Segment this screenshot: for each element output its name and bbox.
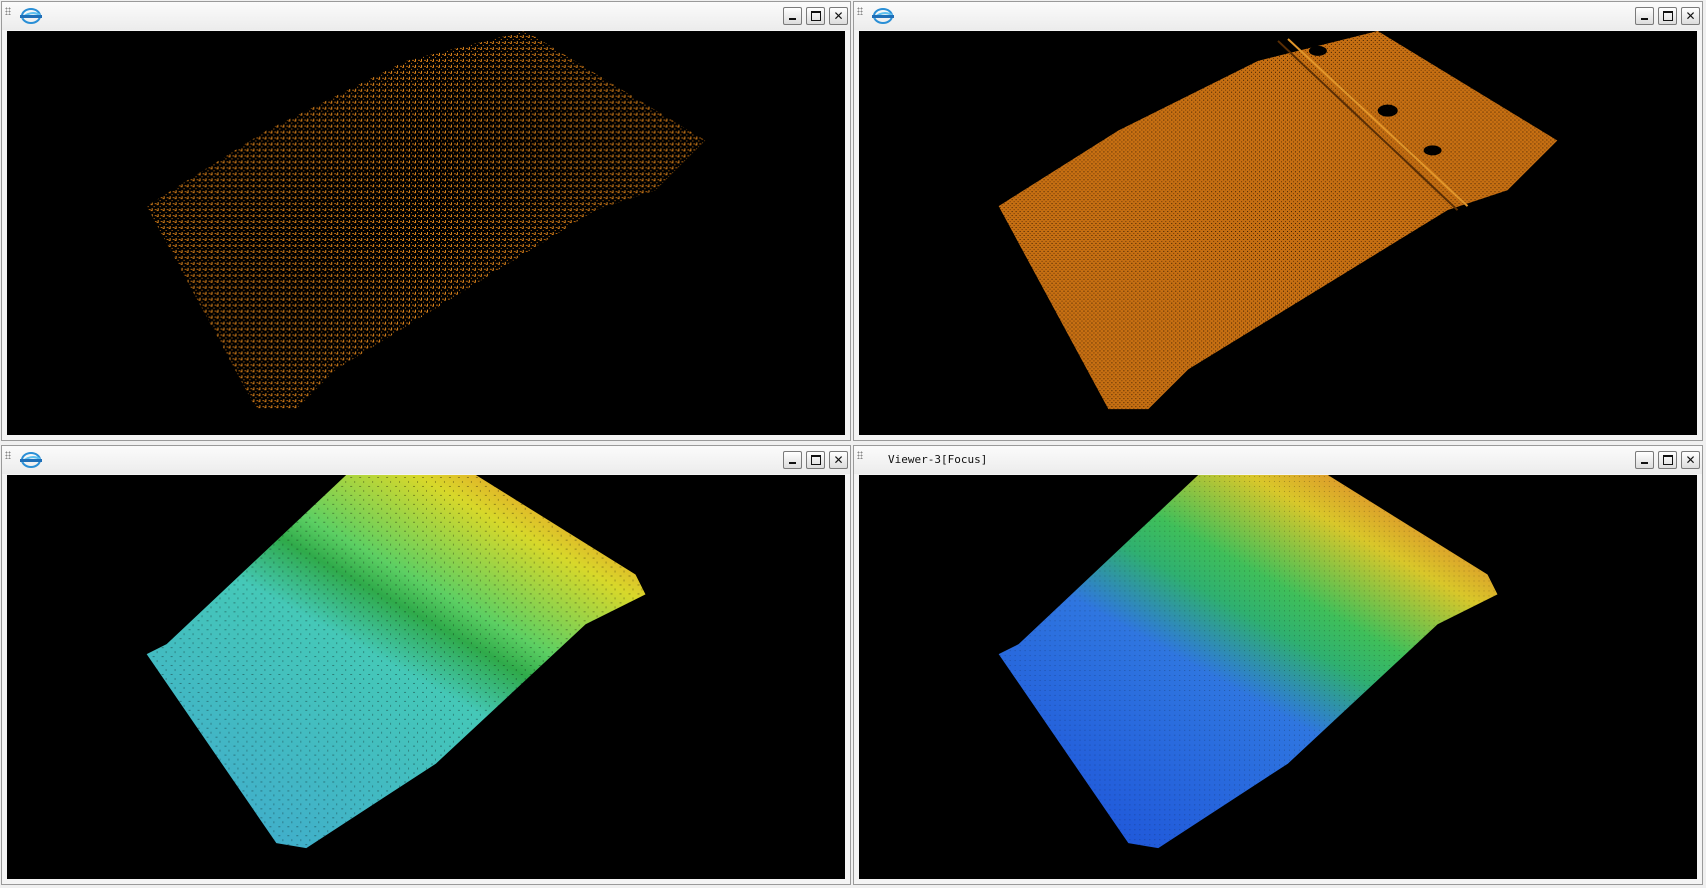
maximize-button[interactable] [1658, 451, 1677, 469]
maximize-button[interactable] [806, 7, 825, 25]
viewer-window-1[interactable]: ✕ [853, 1, 1703, 441]
viewer-window-0[interactable]: ✕ [1, 1, 851, 441]
maximize-icon [1662, 455, 1673, 465]
close-button[interactable]: ✕ [1681, 7, 1700, 25]
company-logo-icon [20, 452, 42, 468]
minimize-button[interactable] [783, 451, 802, 469]
drag-grip-icon[interactable] [857, 451, 863, 459]
minimize-icon [1641, 18, 1648, 20]
viewer-title: Viewer-3[Focus] [888, 453, 988, 466]
minimize-icon [789, 462, 796, 464]
minimize-button[interactable] [1635, 451, 1654, 469]
surface-render [146, 475, 646, 849]
drag-grip-icon[interactable] [5, 451, 11, 459]
close-icon: ✕ [1685, 453, 1696, 467]
maximize-icon [810, 11, 821, 21]
point-cloud-render [146, 31, 706, 410]
viewer-canvas[interactable] [7, 31, 845, 435]
maximize-button[interactable] [806, 451, 825, 469]
viewer-titlebar[interactable]: Viewer-3[Focus] ✕ [854, 446, 1702, 474]
close-icon: ✕ [833, 453, 844, 467]
maximize-icon [810, 455, 821, 465]
viewer-canvas[interactable] [859, 31, 1697, 435]
minimize-button[interactable] [1635, 7, 1654, 25]
surface-render [998, 475, 1498, 849]
minimize-icon [1641, 462, 1648, 464]
maximize-icon [1662, 11, 1673, 21]
minimize-icon [789, 18, 796, 20]
maximize-button[interactable] [1658, 7, 1677, 25]
viewer-titlebar[interactable]: ✕ [854, 2, 1702, 30]
company-logo-icon [20, 8, 42, 24]
drag-grip-icon[interactable] [5, 7, 11, 15]
viewer-window-2[interactable]: ✕ [1, 445, 851, 885]
close-button[interactable]: ✕ [829, 451, 848, 469]
drag-grip-icon[interactable] [857, 7, 863, 15]
viewer-window-3[interactable]: Viewer-3[Focus] ✕ [853, 445, 1703, 885]
viewer-titlebar[interactable]: ✕ [2, 2, 850, 30]
point-cloud-render [998, 31, 1558, 410]
minimize-button[interactable] [783, 7, 802, 25]
close-button[interactable]: ✕ [1681, 451, 1700, 469]
viewer-canvas[interactable] [859, 475, 1697, 879]
close-icon: ✕ [833, 9, 844, 23]
close-button[interactable]: ✕ [829, 7, 848, 25]
viewer-titlebar[interactable]: ✕ [2, 446, 850, 474]
close-icon: ✕ [1685, 9, 1696, 23]
viewer-canvas[interactable] [7, 475, 845, 879]
company-logo-icon [872, 8, 894, 24]
